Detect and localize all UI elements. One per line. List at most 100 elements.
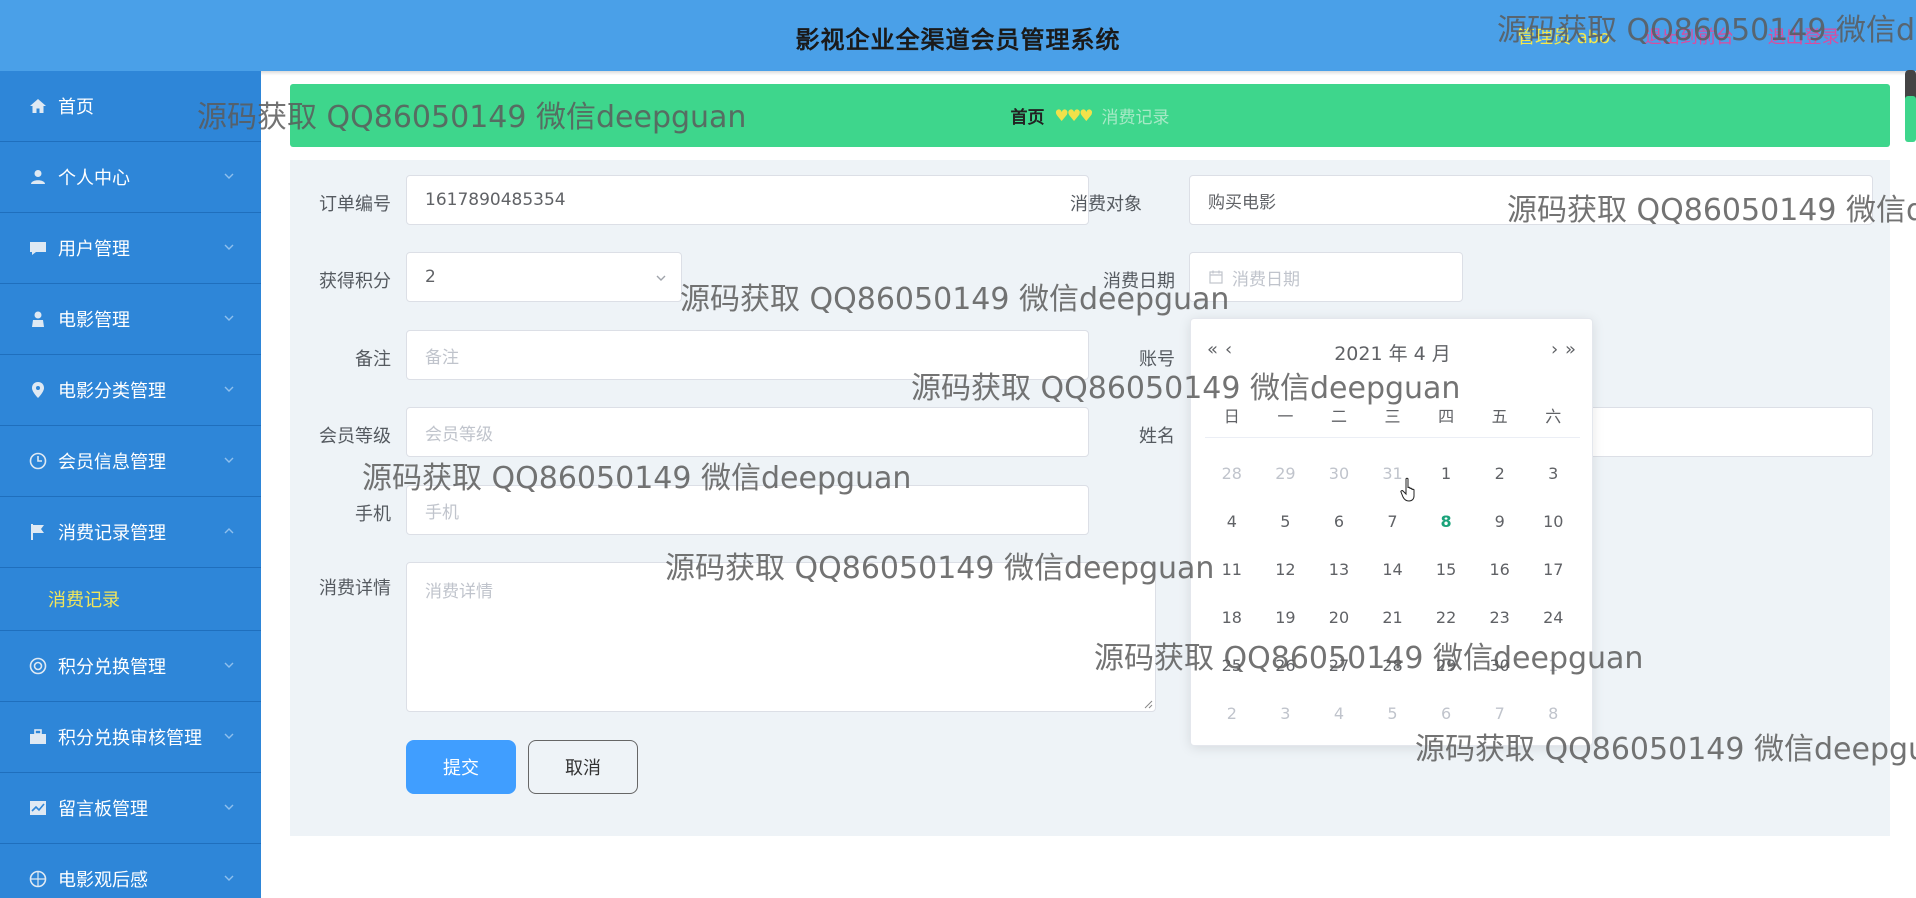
date-cell[interactable]: 3 xyxy=(1526,464,1580,483)
date-input[interactable]: 消费日期 xyxy=(1189,252,1463,302)
date-cell[interactable]: 1 xyxy=(1419,464,1473,483)
submit-button[interactable]: 提交 xyxy=(406,740,516,794)
date-cell[interactable]: 14 xyxy=(1366,560,1420,579)
date-cell[interactable]: 29 xyxy=(1419,656,1473,675)
detail-placeholder: 消费详情 xyxy=(425,582,493,602)
name-label: 姓名 xyxy=(1139,426,1175,447)
date-cell[interactable]: 30 xyxy=(1473,656,1527,675)
front-link[interactable]: 退出到前台 xyxy=(1644,27,1734,48)
points-select-value: 2 xyxy=(425,267,436,287)
user-icon xyxy=(28,167,48,187)
date-cell[interactable]: 16 xyxy=(1473,560,1527,579)
date-cell[interactable]: 1 xyxy=(1526,656,1580,675)
sidebar-item-label: 会员信息管理 xyxy=(58,452,166,473)
sidebar-item-personal-center[interactable]: 个人中心 xyxy=(0,142,261,213)
target-field[interactable]: 购买电影 xyxy=(1189,175,1873,225)
date-cell[interactable]: 25 xyxy=(1205,656,1259,675)
level-label: 会员等级 xyxy=(319,426,391,447)
date-cell[interactable]: 7 xyxy=(1473,704,1527,723)
weekday-label: 四 xyxy=(1438,407,1455,426)
date-cell[interactable]: 9 xyxy=(1473,512,1527,531)
sidebar-item-movie-category[interactable]: 电影分类管理 xyxy=(0,355,261,426)
scrollbar-highlight xyxy=(1905,96,1916,142)
sidebar-item-points-exchange[interactable]: 积分兑换管理 xyxy=(0,631,261,702)
date-row: 11 12 13 14 15 16 17 xyxy=(1205,545,1580,593)
calendar-icon xyxy=(1209,270,1223,284)
date-cell[interactable]: 4 xyxy=(1205,512,1259,531)
chevron-down-icon xyxy=(224,244,234,250)
points-label: 获得积分 xyxy=(319,271,391,292)
date-cell[interactable]: 24 xyxy=(1526,608,1580,627)
phone-input[interactable]: 手机 xyxy=(406,485,1089,535)
date-cell[interactable]: 8 xyxy=(1526,704,1580,723)
date-cell[interactable]: 30 xyxy=(1312,464,1366,483)
date-picker-title[interactable]: 2021 年 4 月 xyxy=(1191,339,1594,366)
date-cell[interactable]: 6 xyxy=(1312,512,1366,531)
date-cell[interactable]: 22 xyxy=(1419,608,1473,627)
chevron-down-icon xyxy=(224,662,234,668)
date-cell[interactable]: 4 xyxy=(1312,704,1366,723)
date-cell[interactable]: 21 xyxy=(1366,608,1420,627)
date-cell[interactable]: 3 xyxy=(1259,704,1313,723)
hand-cursor-icon xyxy=(1400,477,1415,502)
date-cell[interactable]: 5 xyxy=(1366,704,1420,723)
chart-icon xyxy=(28,798,48,818)
sidebar-item-movie-management[interactable]: 电影管理 xyxy=(0,284,261,355)
person-icon xyxy=(28,309,48,329)
sidebar-item-member-info[interactable]: 会员信息管理 xyxy=(0,426,261,497)
sidebar-item-message-board[interactable]: 留言板管理 xyxy=(0,773,261,844)
sidebar-item-points-review[interactable]: 积分兑换审核管理 xyxy=(0,702,261,773)
date-cell[interactable]: 27 xyxy=(1312,656,1366,675)
weekday-label: 二 xyxy=(1330,407,1347,426)
chevron-down-icon xyxy=(224,386,234,392)
date-cell[interactable]: 28 xyxy=(1205,464,1259,483)
date-cell[interactable]: 20 xyxy=(1312,608,1366,627)
sidebar-subitem-consumption-record[interactable]: 消费记录 xyxy=(0,568,261,631)
date-picker-popup: « ‹ 2021 年 4 月 › » 日 一 二 三 四 五 六 28 29 30 3… xyxy=(1190,318,1593,746)
date-cell[interactable]: 11 xyxy=(1205,560,1259,579)
date-cell[interactable]: 2 xyxy=(1473,464,1527,483)
chevron-down-icon xyxy=(224,457,234,463)
logout-link[interactable]: 退出登录 xyxy=(1768,27,1840,48)
chat-icon xyxy=(28,238,48,258)
date-cell[interactable]: 15 xyxy=(1419,560,1473,579)
sidebar-item-movie-reviews[interactable]: 电影观后感 xyxy=(0,844,261,898)
date-row: 18 19 20 21 22 23 24 xyxy=(1205,593,1580,641)
remark-input[interactable]: 备注 xyxy=(406,330,1089,380)
date-cell[interactable]: 12 xyxy=(1259,560,1313,579)
date-cell[interactable]: 18 xyxy=(1205,608,1259,627)
order-no-field[interactable]: 1617890485354 xyxy=(406,175,1089,225)
weekday-label: 日 xyxy=(1223,407,1240,426)
date-cell[interactable]: 2 xyxy=(1205,704,1259,723)
breadcrumb-home[interactable]: 首页 xyxy=(1010,103,1044,128)
heart-separator-icon: ♥♥♥ xyxy=(1054,106,1093,125)
sidebar-item-label: 积分兑换审核管理 xyxy=(58,728,202,749)
sidebar-item-user-management[interactable]: 用户管理 xyxy=(0,213,261,284)
breadcrumb: 首页 ♥♥♥ 消费记录 xyxy=(290,84,1890,147)
date-cell[interactable]: 29 xyxy=(1259,464,1313,483)
cancel-button[interactable]: 取消 xyxy=(528,740,638,794)
date-cell[interactable]: 8 xyxy=(1419,512,1473,531)
detail-textarea[interactable]: 消费详情 xyxy=(406,562,1156,712)
date-cell[interactable]: 28 xyxy=(1366,656,1420,675)
header-links: 管理员 abo 退出到前台 退出登录 xyxy=(1517,23,1868,49)
resize-grip-icon[interactable] xyxy=(1143,699,1153,709)
date-cell[interactable]: 19 xyxy=(1259,608,1313,627)
points-select[interactable]: 2 xyxy=(406,252,682,302)
date-cell[interactable]: 17 xyxy=(1526,560,1580,579)
date-cell[interactable]: 23 xyxy=(1473,608,1527,627)
date-cell[interactable]: 6 xyxy=(1419,704,1473,723)
date-cell[interactable]: 13 xyxy=(1312,560,1366,579)
flag-icon xyxy=(28,522,48,542)
next-month-button[interactable]: › xyxy=(1551,339,1558,360)
date-cell[interactable]: 5 xyxy=(1259,512,1313,531)
sidebar-item-consumption-records[interactable]: 消费记录管理 xyxy=(0,497,261,568)
sidebar-item-home[interactable]: 首页 xyxy=(0,71,261,142)
date-cell[interactable]: 10 xyxy=(1526,512,1580,531)
level-input[interactable]: 会员等级 xyxy=(406,407,1089,457)
date-cell[interactable]: 7 xyxy=(1366,512,1420,531)
next-year-button[interactable]: » xyxy=(1565,339,1576,360)
date-cell[interactable]: 26 xyxy=(1259,656,1313,675)
chevron-down-icon xyxy=(224,315,234,321)
admin-label: 管理员 abo xyxy=(1517,27,1611,48)
